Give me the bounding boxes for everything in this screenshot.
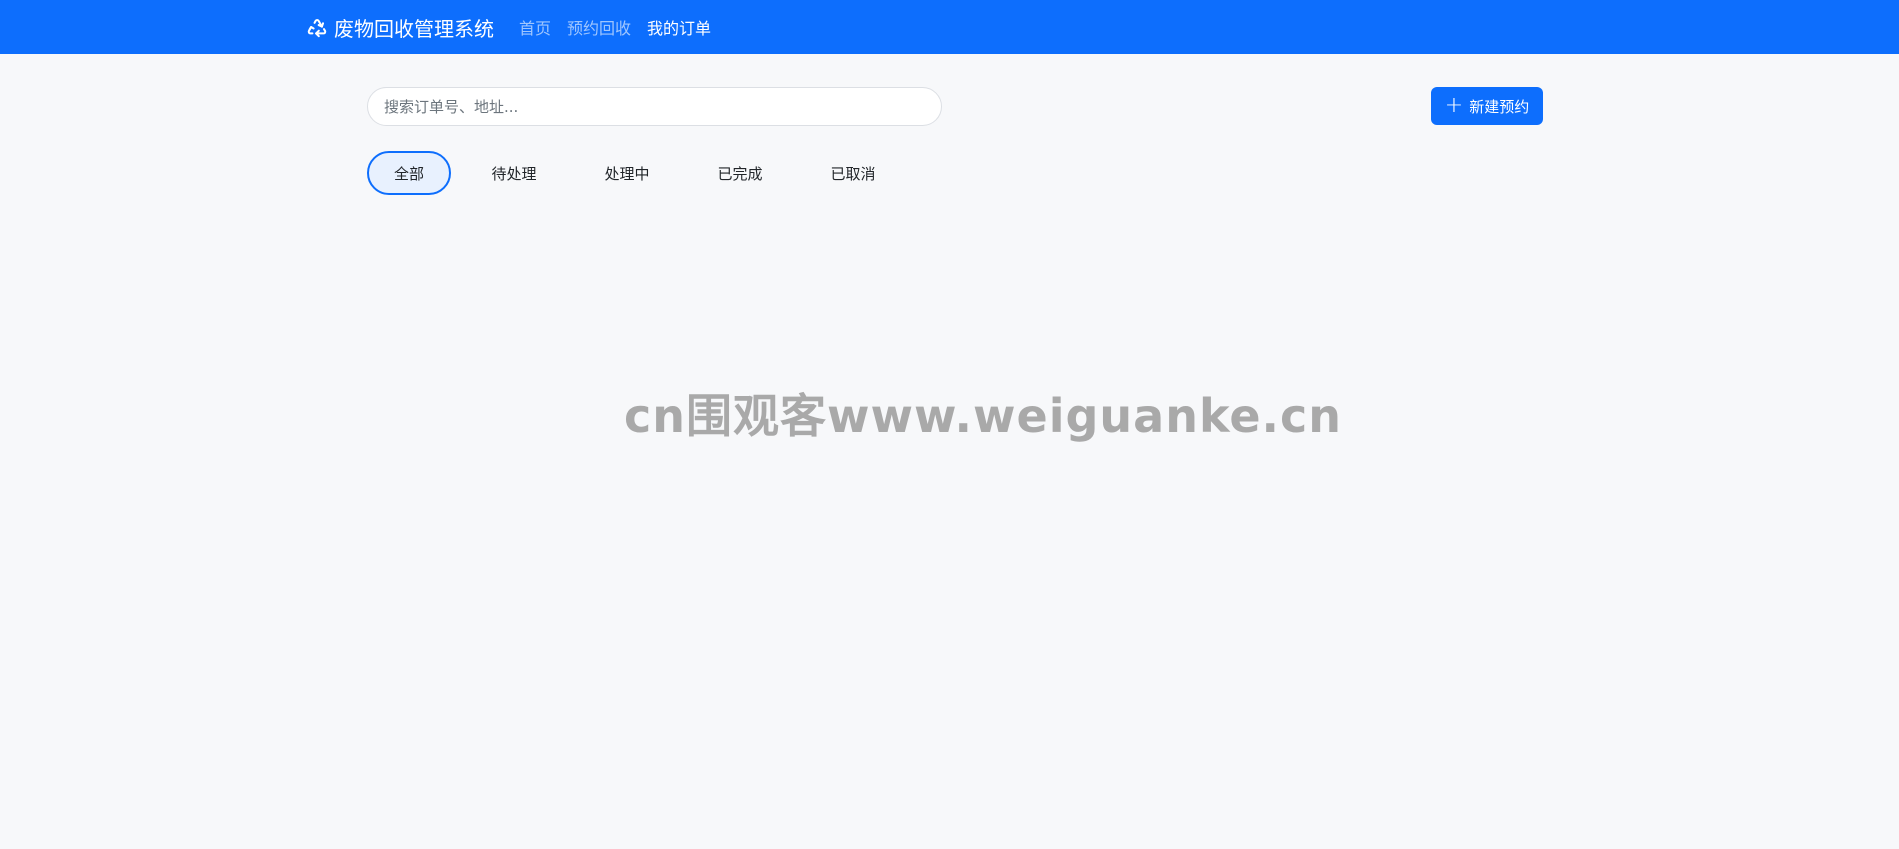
watermark: cn围观客www.weiguanke.cn xyxy=(624,389,1343,443)
status-tabs: 全部 待处理 处理中 已完成 已取消 xyxy=(367,151,903,195)
recycle-icon xyxy=(306,16,328,38)
tab-processing[interactable]: 处理中 xyxy=(577,151,677,195)
brand-title: 废物回收管理系统 xyxy=(334,16,494,41)
nav-link-book-recycling[interactable]: 预约回收 xyxy=(567,15,631,39)
top-navbar: 废物回收管理系统 首页 预约回收 我的订单 xyxy=(0,0,1899,54)
tab-all[interactable]: 全部 xyxy=(367,151,451,195)
search-box xyxy=(367,87,942,126)
tab-cancelled[interactable]: 已取消 xyxy=(803,151,903,195)
new-booking-label: 新建预约 xyxy=(1469,97,1530,116)
nav-link-my-orders[interactable]: 我的订单 xyxy=(647,15,711,39)
search-input[interactable] xyxy=(368,88,941,125)
tab-pending[interactable]: 待处理 xyxy=(451,151,577,195)
nav-links: 首页 预约回收 我的订单 xyxy=(519,0,727,54)
nav-link-home[interactable]: 首页 xyxy=(519,15,551,39)
tab-completed[interactable]: 已完成 xyxy=(677,151,803,195)
brand[interactable]: 废物回收管理系统 xyxy=(306,0,494,54)
new-booking-button[interactable]: + 新建预约 xyxy=(1431,87,1543,125)
plus-icon: + xyxy=(1444,93,1464,118)
